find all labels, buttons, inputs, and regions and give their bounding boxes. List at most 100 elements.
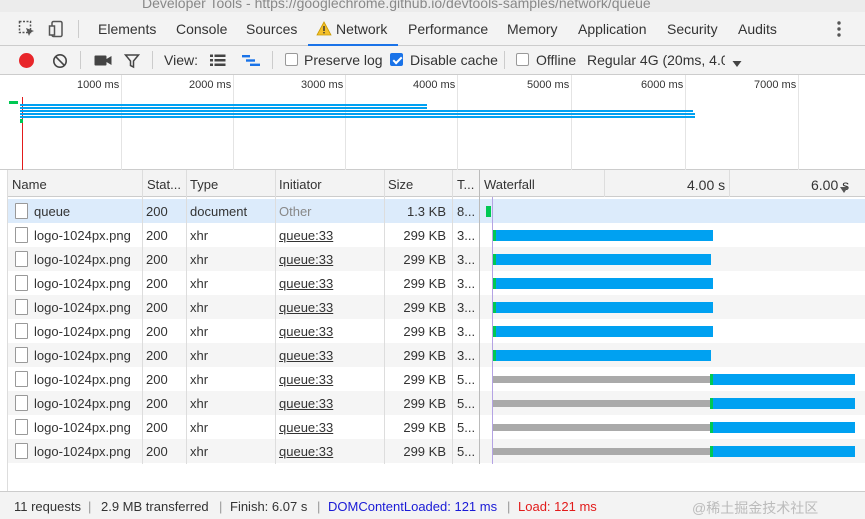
document-icon: [15, 419, 28, 435]
clear-icon[interactable]: [52, 53, 68, 69]
cell-status: 200: [146, 252, 168, 267]
cell-size: 299 KB: [403, 348, 446, 363]
tab-network[interactable]: Network: [336, 21, 387, 37]
column-header-waterfall[interactable]: Waterfall: [484, 177, 535, 192]
summary-divider: |: [507, 499, 511, 514]
sort-chevron-icon[interactable]: [840, 181, 848, 196]
table-row[interactable]: logo-1024px.png 200 xhr queue:33 299 KB 3...: [8, 271, 865, 295]
cell-initiator[interactable]: queue:33: [279, 348, 384, 363]
summary-divider: |: [317, 499, 321, 514]
cell-initiator[interactable]: queue:33: [279, 252, 384, 267]
table-row[interactable]: logo-1024px.png 200 xhr queue:33 299 KB 5...: [8, 439, 865, 463]
inspect-element-icon[interactable]: [18, 20, 36, 38]
overview-tick-label: 5000 ms: [527, 79, 570, 91]
column-header-time[interactable]: T...: [457, 177, 474, 192]
network-overview[interactable]: 1000 ms 2000 ms 3000 ms 4000 ms 5000 ms …: [0, 75, 865, 170]
large-rows-icon[interactable]: [210, 54, 226, 67]
cell-initiator[interactable]: queue:33: [279, 324, 384, 339]
table-row[interactable]: logo-1024px.png 200 xhr queue:33 299 KB 3...: [8, 295, 865, 319]
waterfall-queued-bar: [493, 424, 710, 431]
tab-security[interactable]: Security: [667, 21, 718, 37]
cell-type: xhr: [190, 444, 209, 459]
cell-initiator[interactable]: queue:33: [279, 396, 384, 411]
column-header-status[interactable]: Stat...: [147, 177, 181, 192]
watermark-text: @稀土掘金技术社区: [692, 500, 819, 516]
overview-tick-label: 3000 ms: [301, 79, 344, 91]
column-header-name[interactable]: Name: [12, 177, 47, 192]
overview-gridline: [571, 75, 572, 170]
document-icon: [15, 299, 28, 315]
column-header-size[interactable]: Size: [388, 177, 413, 192]
table-row[interactable]: logo-1024px.png 200 xhr queue:33 299 KB 3...: [8, 247, 865, 271]
tab-performance[interactable]: Performance: [408, 21, 488, 37]
waterfall-download-bar: [713, 422, 855, 433]
cell-status: 200: [146, 276, 168, 291]
column-header-initiator[interactable]: Initiator: [279, 177, 322, 192]
overview-bar: [9, 101, 18, 104]
disable-cache-checkbox[interactable]: [390, 53, 403, 66]
waterfall-download-bar: [713, 446, 855, 457]
column-divider: [452, 170, 453, 464]
preserve-log-checkbox[interactable]: [285, 53, 298, 66]
throttling-select[interactable]: Regular 4G (20ms, 4.0: [587, 52, 725, 68]
cell-initiator[interactable]: queue:33: [279, 444, 384, 459]
column-divider: [275, 170, 276, 464]
cell-initiator[interactable]: queue:33: [279, 228, 384, 243]
cell-initiator[interactable]: queue:33: [279, 276, 384, 291]
cell-size: 299 KB: [403, 228, 446, 243]
cell-initiator[interactable]: queue:33: [279, 300, 384, 315]
cell-size: 299 KB: [403, 252, 446, 267]
document-icon: [15, 323, 28, 339]
table-row[interactable]: logo-1024px.png 200 xhr queue:33 299 KB 5...: [8, 415, 865, 439]
waterfall-queued-bar: [493, 448, 710, 455]
screenshot-camera-icon[interactable]: [94, 54, 112, 67]
cell-initiator[interactable]: queue:33: [279, 420, 384, 435]
cell-name: logo-1024px.png: [34, 348, 131, 363]
offline-checkbox[interactable]: [516, 53, 529, 66]
table-row[interactable]: logo-1024px.png 200 xhr queue:33 299 KB 5...: [8, 367, 865, 391]
tab-memory[interactable]: Memory: [507, 21, 558, 37]
toolbar-divider: [80, 51, 81, 69]
preserve-log-label: Preserve log: [304, 52, 383, 68]
cell-initiator[interactable]: queue:33: [279, 372, 384, 387]
tab-application[interactable]: Application: [578, 21, 647, 37]
table-row[interactable]: logo-1024px.png 200 xhr queue:33 299 KB 3...: [8, 319, 865, 343]
overview-gridline: [685, 75, 686, 170]
cell-status: 200: [146, 228, 168, 243]
column-header-type[interactable]: Type: [190, 177, 218, 192]
cell-status: 200: [146, 420, 168, 435]
cell-status: 200: [146, 300, 168, 315]
waterfall-tick-label: 4.00 s: [687, 177, 726, 193]
document-icon: [15, 347, 28, 363]
tab-elements[interactable]: Elements: [98, 21, 156, 37]
table-row[interactable]: logo-1024px.png 200 xhr queue:33 299 KB 5...: [8, 391, 865, 415]
cell-size: 299 KB: [403, 420, 446, 435]
cell-type: xhr: [190, 228, 209, 243]
tab-console[interactable]: Console: [176, 21, 227, 37]
request-grid-header: Name Stat... Type Initiator Size T... Wa…: [8, 170, 865, 197]
overview-gridline: [345, 75, 346, 170]
waterfall-waiting-bar: [486, 206, 491, 217]
overview-gridline: [233, 75, 234, 170]
table-row[interactable]: queue 200 document Other 1.3 KB 8...: [8, 199, 865, 223]
waterfall-download-bar: [496, 278, 713, 289]
overview-waterfall-icon[interactable]: [242, 54, 260, 67]
finish-time: Finish: 6.07 s: [230, 499, 308, 514]
cell-size: 299 KB: [403, 372, 446, 387]
overview-tick-label: 2000 ms: [189, 79, 232, 91]
record-button[interactable]: [19, 53, 34, 68]
chevron-down-icon[interactable]: [732, 56, 742, 67]
document-icon: [15, 275, 28, 291]
cell-name: logo-1024px.png: [34, 228, 131, 243]
window-titlebar: Developer Tools - https://googlechrome.g…: [0, 0, 865, 12]
summary-divider: |: [88, 499, 92, 514]
tab-sources[interactable]: Sources: [246, 21, 297, 37]
tab-audits[interactable]: Audits: [738, 21, 777, 37]
cell-status: 200: [146, 444, 168, 459]
more-options-icon[interactable]: [836, 20, 842, 38]
table-row[interactable]: logo-1024px.png 200 xhr queue:33 299 KB 3...: [8, 343, 865, 367]
overview-bar: [20, 113, 695, 115]
table-row[interactable]: logo-1024px.png 200 xhr queue:33 299 KB 3...: [8, 223, 865, 247]
device-toolbar-icon[interactable]: [48, 20, 66, 38]
filter-icon[interactable]: [123, 53, 141, 69]
